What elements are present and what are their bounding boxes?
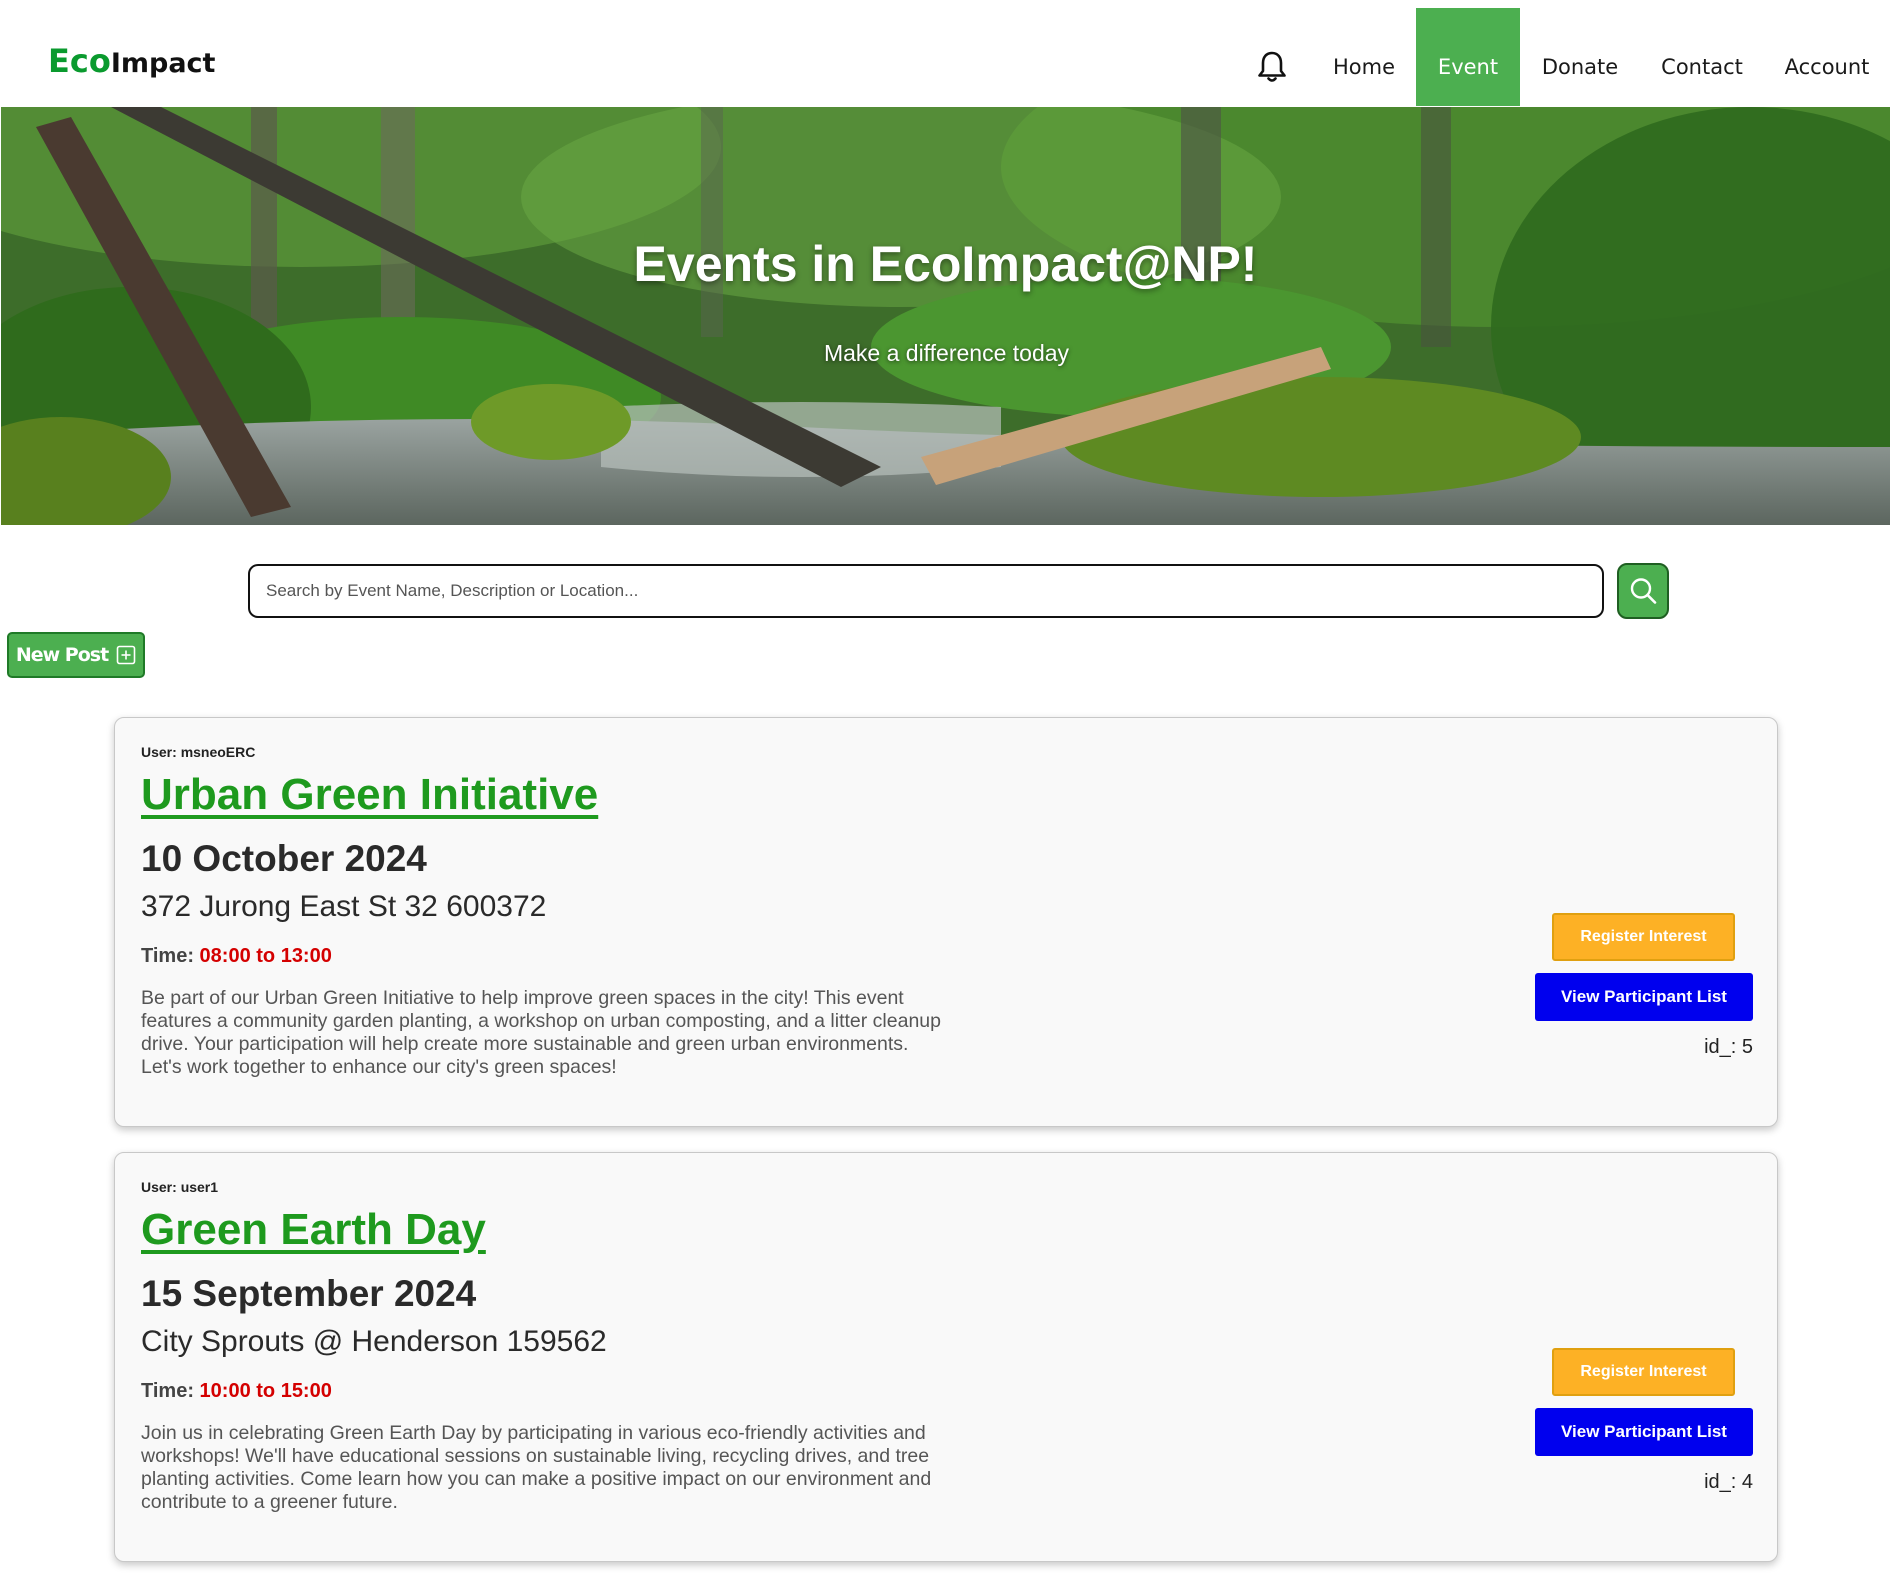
event-description: Join us in celebrating Green Earth Day b… xyxy=(141,1422,932,1513)
nav-event[interactable]: Event xyxy=(1416,8,1520,106)
event-user-label: User: xyxy=(141,744,177,760)
event-time-label: Time: xyxy=(141,945,194,967)
event-card: User: user1 Green Earth Day 15 September… xyxy=(114,1152,1778,1562)
hero-subtitle: Make a difference today xyxy=(823,340,1070,366)
event-time-range: 08:00 to 13:00 xyxy=(199,945,332,967)
nav-account[interactable]: Account xyxy=(1764,8,1890,106)
event-card: User: msneoERC Urban Green Initiative 10… xyxy=(114,717,1778,1127)
nav-home[interactable]: Home xyxy=(1312,8,1416,106)
bell-icon xyxy=(1258,51,1286,82)
nav-contact[interactable]: Contact xyxy=(1640,8,1764,106)
event-time-range: 10:00 to 15:00 xyxy=(199,1380,332,1402)
brand-impact: Impact xyxy=(110,48,216,79)
event-time-label: Time: xyxy=(141,1380,194,1402)
view-participant-list-button[interactable]: View Participant List xyxy=(1535,973,1753,1021)
view-participant-list-button[interactable]: View Participant List xyxy=(1535,1408,1753,1456)
new-post-label: New Post xyxy=(15,644,109,666)
hero-title: Events in EcoImpact@NP! xyxy=(633,236,1258,292)
search-button[interactable] xyxy=(1617,563,1669,619)
notifications-button[interactable] xyxy=(1232,8,1312,106)
hero-banner: Events in EcoImpact@NP! Make a differenc… xyxy=(1,107,1890,525)
event-time: Time: 10:00 to 15:00 xyxy=(141,1380,332,1403)
search-icon xyxy=(1630,578,1657,604)
event-id: id_: 4 xyxy=(1704,1471,1753,1493)
register-interest-button[interactable]: Register Interest xyxy=(1552,1348,1735,1396)
event-user-name: msneoERC xyxy=(180,744,256,760)
brand-eco: Eco xyxy=(48,42,111,80)
plus-square-icon xyxy=(116,645,136,665)
nav-menu: Home Event Donate Contact Account xyxy=(1232,8,1890,106)
event-description: Be part of our Urban Green Initiative to… xyxy=(141,987,941,1078)
search-input[interactable] xyxy=(248,564,1604,618)
event-id: id_: 5 xyxy=(1704,1036,1753,1058)
event-time: Time: 08:00 to 13:00 xyxy=(141,945,332,968)
event-title-link[interactable]: Urban Green Initiative xyxy=(141,770,598,820)
top-navbar: EcoImpact Home Event Donate Contact Acco… xyxy=(0,0,1890,107)
event-title-link[interactable]: Green Earth Day xyxy=(141,1205,486,1255)
event-location: 372 Jurong East St 32 600372 xyxy=(141,890,547,923)
event-location: City Sprouts @ Henderson 159562 xyxy=(141,1325,607,1358)
event-user: User: user1 xyxy=(141,1179,218,1195)
event-user-label: User: xyxy=(141,1179,177,1195)
new-post-button[interactable]: New Post xyxy=(7,632,145,678)
forest-stream-image xyxy=(1,107,1890,525)
register-interest-button[interactable]: Register Interest xyxy=(1552,913,1735,961)
event-date: 10 October 2024 xyxy=(141,838,427,879)
event-date: 15 September 2024 xyxy=(141,1273,477,1314)
brand-logo[interactable]: EcoImpact xyxy=(48,42,215,80)
event-user: User: msneoERC xyxy=(141,744,255,760)
event-user-name: user1 xyxy=(180,1179,219,1195)
nav-donate[interactable]: Donate xyxy=(1520,8,1640,106)
